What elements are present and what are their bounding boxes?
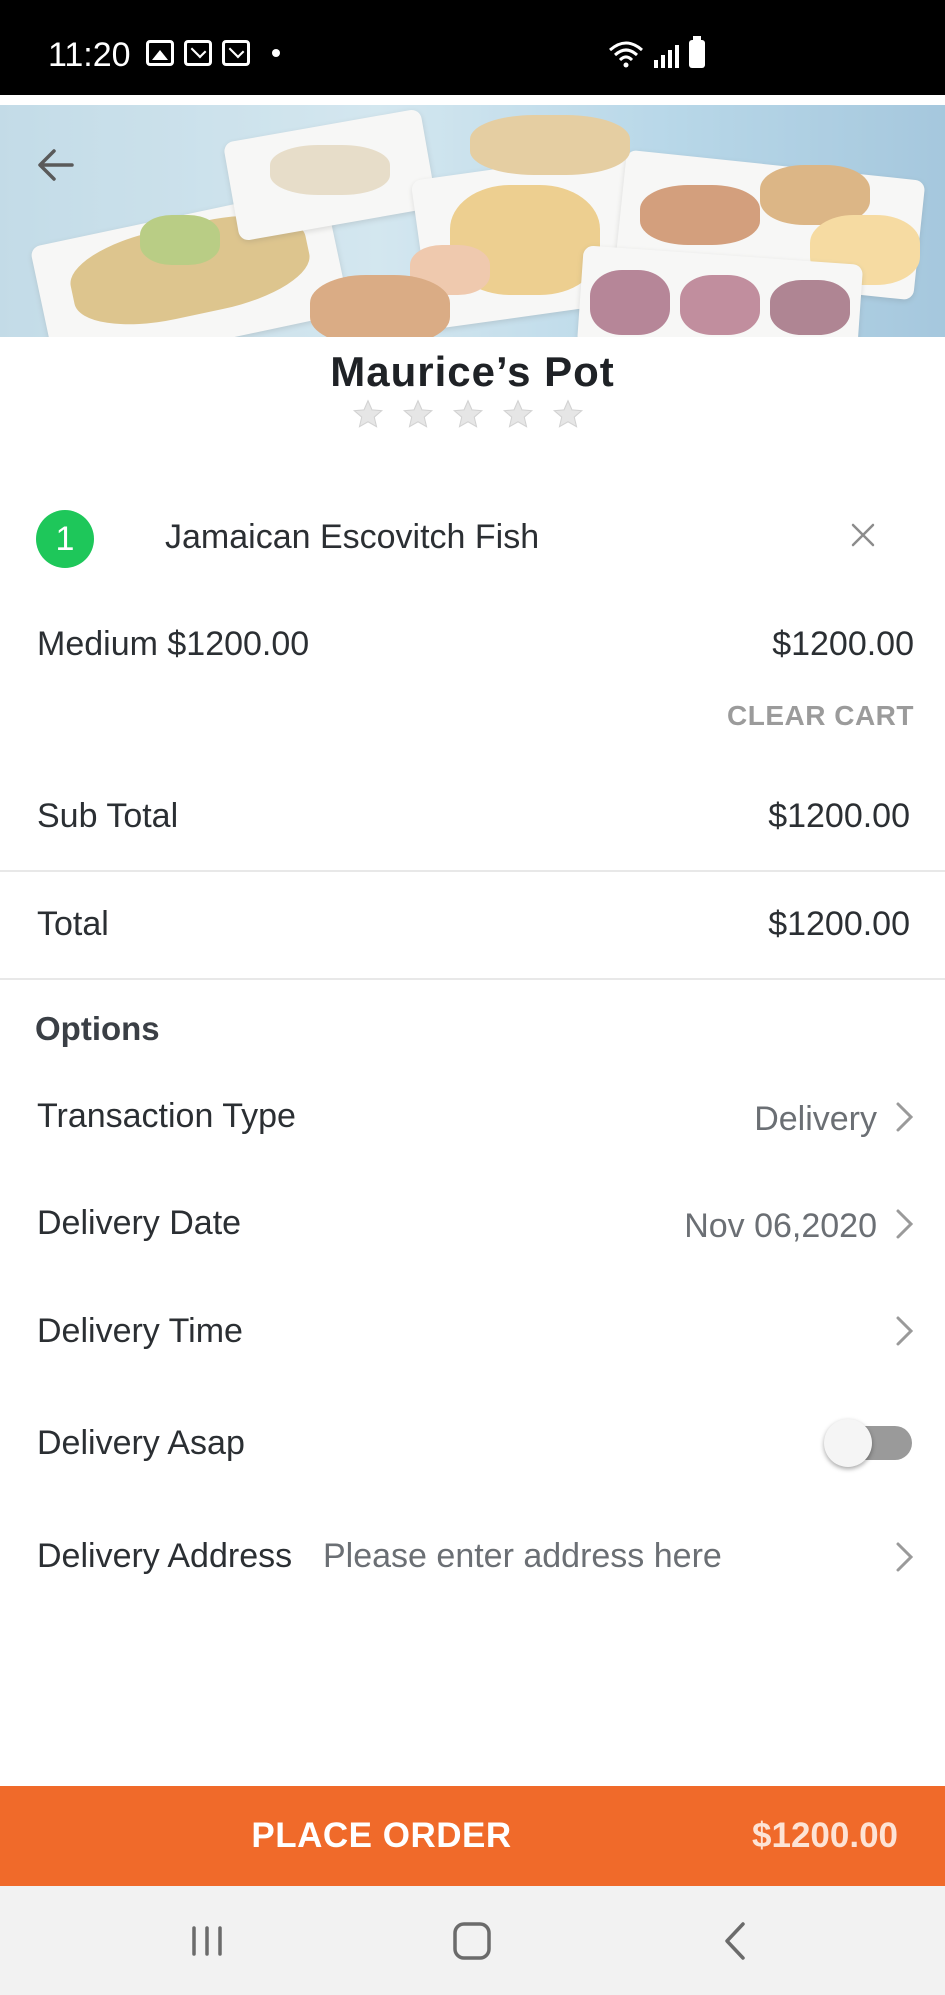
mail-icon bbox=[184, 40, 212, 66]
place-order-label: PLACE ORDER bbox=[251, 1816, 512, 1855]
signal-icon bbox=[654, 42, 679, 68]
gmail-icon bbox=[222, 40, 250, 66]
delivery-date-value: Nov 06,2020 bbox=[684, 1207, 877, 1245]
place-order-total: $1200.00 bbox=[752, 1816, 898, 1855]
back-arrow-icon[interactable] bbox=[36, 145, 76, 185]
subtotal-label: Sub Total bbox=[37, 797, 179, 835]
transaction-type-label: Transaction Type bbox=[37, 1097, 296, 1135]
delivery-time-label: Delivery Time bbox=[37, 1312, 243, 1350]
home-icon[interactable] bbox=[447, 1916, 497, 1966]
notification-icons bbox=[146, 40, 280, 66]
chevron-right-icon bbox=[896, 1209, 914, 1239]
delivery-address-label: Delivery Address bbox=[37, 1537, 293, 1575]
place-order-button[interactable]: PLACE ORDER $1200.00 bbox=[0, 1786, 945, 1886]
item-quantity-badge: 1 bbox=[36, 510, 94, 568]
item-variant-price: $1200.00 bbox=[772, 625, 914, 663]
options-title: Options bbox=[35, 1010, 160, 1047]
subtotal-value: $1200.00 bbox=[768, 797, 910, 835]
delivery-date-label: Delivery Date bbox=[37, 1204, 242, 1242]
restaurant-hero-image bbox=[0, 105, 945, 337]
star-icon bbox=[402, 399, 434, 428]
dot-icon bbox=[272, 49, 280, 57]
battery-icon bbox=[689, 36, 705, 68]
wifi-icon bbox=[609, 41, 643, 68]
total-label: Total bbox=[37, 905, 109, 943]
star-icon bbox=[452, 399, 484, 428]
divider bbox=[0, 870, 945, 872]
restaurant-name: Maurice’s Pot bbox=[330, 348, 615, 395]
system-nav-bar bbox=[0, 1886, 945, 1995]
cart-item-name[interactable]: Jamaican Escovitch Fish bbox=[165, 518, 539, 557]
remove-item-icon[interactable] bbox=[848, 520, 878, 550]
star-icon bbox=[352, 399, 384, 428]
delivery-address-placeholder[interactable]: Please enter address here bbox=[323, 1537, 722, 1576]
clear-cart-button[interactable]: CLEAR CART bbox=[727, 700, 914, 732]
divider bbox=[0, 978, 945, 980]
star-icon bbox=[502, 399, 534, 428]
star-icon bbox=[552, 399, 584, 428]
system-icons bbox=[608, 36, 705, 68]
recent-apps-icon[interactable] bbox=[182, 1916, 232, 1966]
transaction-type-value: Delivery bbox=[754, 1100, 877, 1138]
image-icon bbox=[146, 40, 174, 66]
status-bar: 11:20 bbox=[0, 0, 945, 95]
item-variant-label: Medium $1200.00 bbox=[37, 625, 310, 663]
rating-stars bbox=[352, 398, 584, 430]
delivery-asap-label: Delivery Asap bbox=[37, 1424, 245, 1462]
total-value: $1200.00 bbox=[768, 905, 910, 943]
delivery-asap-toggle[interactable] bbox=[824, 1419, 912, 1467]
toggle-knob bbox=[824, 1419, 872, 1467]
chevron-right-icon bbox=[896, 1542, 914, 1572]
status-time: 11:20 bbox=[48, 36, 131, 74]
back-icon[interactable] bbox=[711, 1916, 761, 1966]
chevron-right-icon bbox=[896, 1316, 914, 1346]
chevron-right-icon bbox=[896, 1102, 914, 1132]
